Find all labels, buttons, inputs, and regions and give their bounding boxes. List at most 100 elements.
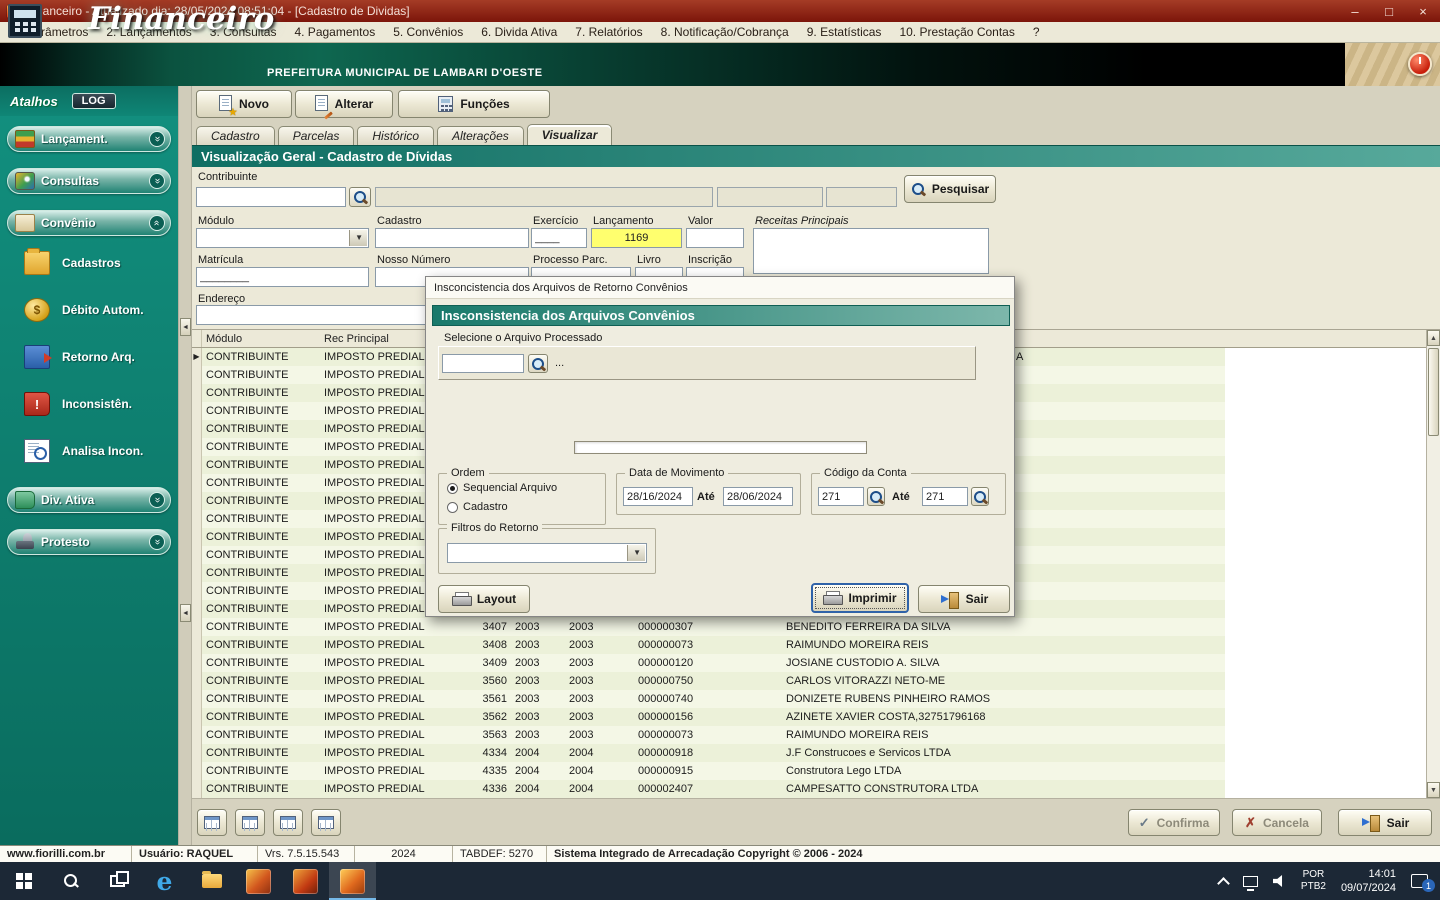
sidebar-item-retorno-arq[interactable]: Retorno Arq.: [0, 337, 178, 377]
cell-nome: CAMPESATTO CONSTRUTORA LTDA: [784, 780, 1225, 798]
cancela-button[interactable]: ✗ Cancela: [1232, 809, 1322, 836]
conta-inicio-input[interactable]: [818, 487, 864, 506]
valor-input[interactable]: [686, 228, 744, 248]
volume-icon[interactable]: [1273, 875, 1286, 887]
table-row[interactable]: CONTRIBUINTEIMPOSTO PREDIAL4335200420040…: [192, 762, 1225, 780]
table-row[interactable]: CONTRIBUINTEIMPOSTO PREDIAL3561200320030…: [192, 690, 1225, 708]
splitter[interactable]: ◄ ◄: [178, 86, 192, 845]
menu-item-8-notificacao-cobranca[interactable]: 8. Notificação/Cobrança: [652, 22, 798, 43]
scroll-down-icon[interactable]: ▼: [1427, 782, 1440, 798]
notification-icon[interactable]: 1: [1411, 874, 1428, 888]
taskbar-edge-button[interactable]: e: [141, 862, 188, 900]
sidebar-item-debito-autom[interactable]: Débito Autom.: [0, 290, 178, 330]
sidebar-item-analisa-incon[interactable]: Analisa Incon.: [0, 431, 178, 471]
conta-fim-input[interactable]: [922, 487, 968, 506]
table-row[interactable]: CONTRIBUINTEIMPOSTO PREDIAL4334200420040…: [192, 744, 1225, 762]
data-inicio-input[interactable]: [623, 487, 693, 506]
receitas-principais-listbox[interactable]: [753, 228, 989, 274]
filtros-select[interactable]: [447, 543, 647, 563]
menu-item-9-estatisticas[interactable]: 9. Estatísticas: [798, 22, 891, 43]
network-icon[interactable]: [1243, 876, 1258, 887]
sidebar-group-lancament[interactable]: Lançament.»: [7, 126, 171, 152]
cadastro-input[interactable]: [375, 228, 529, 248]
sidebar-item-cadastros[interactable]: Cadastros: [0, 243, 178, 283]
funcoes-button[interactable]: Funções: [398, 90, 550, 118]
taskbar-app-1-button[interactable]: [235, 862, 282, 900]
layout-button[interactable]: Layout: [438, 585, 530, 613]
menu-item-5-convenios[interactable]: 5. Convênios: [384, 22, 472, 43]
splitter-collapse-icon[interactable]: ◄: [180, 604, 191, 622]
radio-unchecked-icon[interactable]: [447, 502, 458, 513]
confirma-button[interactable]: ✓ Confirma: [1128, 809, 1220, 836]
tab-cadastro[interactable]: Cadastro: [196, 126, 275, 145]
nav-button-1[interactable]: [197, 809, 227, 836]
table-row[interactable]: CONTRIBUINTEIMPOSTO PREDIAL3560200320030…: [192, 672, 1225, 690]
tab-visualizar[interactable]: Visualizar: [527, 124, 613, 145]
nav-button-2[interactable]: [235, 809, 265, 836]
lancamento-input[interactable]: [591, 228, 682, 248]
tray-chevron-up-icon[interactable]: [1217, 877, 1230, 890]
exercicio-input[interactable]: [531, 228, 587, 248]
log-button[interactable]: LOG: [72, 93, 116, 109]
arquivo-search-button[interactable]: [528, 354, 548, 373]
taskbar-file-explorer-button[interactable]: [188, 862, 235, 900]
menu-item-4-pagamentos[interactable]: 4. Pagamentos: [285, 22, 384, 43]
menu-item-10-prestacao-contas[interactable]: 10. Prestação Contas: [890, 22, 1023, 43]
taskbar-task-view-button[interactable]: [94, 862, 141, 900]
contribuinte-input[interactable]: [196, 187, 346, 207]
contribuinte-search-button[interactable]: [349, 187, 371, 207]
minimize-button[interactable]: –: [1338, 0, 1372, 22]
clock[interactable]: 14:01 09/07/2024: [1341, 867, 1396, 896]
matricula-input[interactable]: [196, 267, 369, 287]
conta-search-button[interactable]: [867, 487, 885, 506]
row-marker: [192, 582, 202, 600]
nav-button-3[interactable]: [273, 809, 303, 836]
taskbar-app-3-button[interactable]: [329, 862, 376, 900]
grid-scrollbar[interactable]: ▲ ▼: [1426, 330, 1440, 798]
table-row[interactable]: CONTRIBUINTEIMPOSTO PREDIAL3562200320030…: [192, 708, 1225, 726]
conta-search-button[interactable]: [971, 487, 989, 506]
taskbar-search-button[interactable]: [47, 862, 94, 900]
table-row[interactable]: CONTRIBUINTEIMPOSTO PREDIAL3563200320030…: [192, 726, 1225, 744]
menu-item-6-divida-ativa[interactable]: 6. Divida Ativa: [472, 22, 566, 43]
scroll-up-icon[interactable]: ▲: [1427, 330, 1440, 346]
column-header-modulo[interactable]: Módulo: [202, 330, 320, 347]
arquivo-input[interactable]: [442, 354, 524, 373]
table-row[interactable]: CONTRIBUINTEIMPOSTO PREDIAL3409200320030…: [192, 654, 1225, 672]
radio-sequencial-arquivo[interactable]: Sequencial Arquivo: [447, 482, 557, 494]
sidebar-tab-atalhos[interactable]: Atalhos: [10, 94, 58, 109]
imprimir-button[interactable]: Imprimir: [811, 583, 909, 613]
language-indicator[interactable]: POR PTB2: [1301, 869, 1326, 894]
sair-button[interactable]: Sair: [1338, 809, 1432, 836]
sidebar-group-div-ativa[interactable]: Div. Ativa»: [7, 487, 171, 513]
taskbar-app-2-button[interactable]: [282, 862, 329, 900]
taskbar-start-button[interactable]: [0, 862, 47, 900]
scrollbar-thumb[interactable]: [1428, 348, 1439, 436]
pesquisar-button[interactable]: Pesquisar: [904, 175, 996, 203]
dialog-sair-button[interactable]: Sair: [918, 585, 1010, 613]
table-row[interactable]: CONTRIBUINTEIMPOSTO PREDIAL4336200420040…: [192, 780, 1225, 798]
data-fim-input[interactable]: [723, 487, 793, 506]
sidebar-group-consultas[interactable]: Consultas»: [7, 168, 171, 194]
modulo-select[interactable]: [196, 228, 369, 248]
table-row[interactable]: CONTRIBUINTEIMPOSTO PREDIAL3408200320030…: [192, 636, 1225, 654]
radio-checked-icon[interactable]: [447, 483, 458, 494]
menu-item-7-relatorios[interactable]: 7. Relatórios: [566, 22, 651, 43]
nav-button-4[interactable]: [311, 809, 341, 836]
menu-item-[interactable]: ?: [1024, 22, 1049, 43]
sidebar-group-protesto[interactable]: Protesto»: [7, 529, 171, 555]
alterar-button[interactable]: Alterar: [295, 90, 393, 118]
novo-button[interactable]: ★ Novo: [196, 90, 292, 118]
table-row[interactable]: CONTRIBUINTEIMPOSTO PREDIAL3407200320030…: [192, 618, 1225, 636]
tab-historico[interactable]: Histórico: [357, 126, 434, 145]
splitter-collapse-icon[interactable]: ◄: [180, 318, 191, 336]
radio-cadastro[interactable]: Cadastro: [447, 501, 508, 513]
maximize-button[interactable]: □: [1372, 0, 1406, 22]
dialog-titlebar[interactable]: Insconcistencia dos Arquivos de Retorno …: [426, 277, 1014, 299]
tab-alteracoes[interactable]: Alterações: [437, 126, 524, 145]
sidebar-item-inconsisten[interactable]: Inconsistên.: [0, 384, 178, 424]
close-button[interactable]: ×: [1406, 0, 1440, 22]
sidebar-group-convenio[interactable]: Convênio»: [7, 210, 171, 236]
power-button[interactable]: [1408, 52, 1432, 76]
tab-parcelas[interactable]: Parcelas: [278, 126, 355, 145]
